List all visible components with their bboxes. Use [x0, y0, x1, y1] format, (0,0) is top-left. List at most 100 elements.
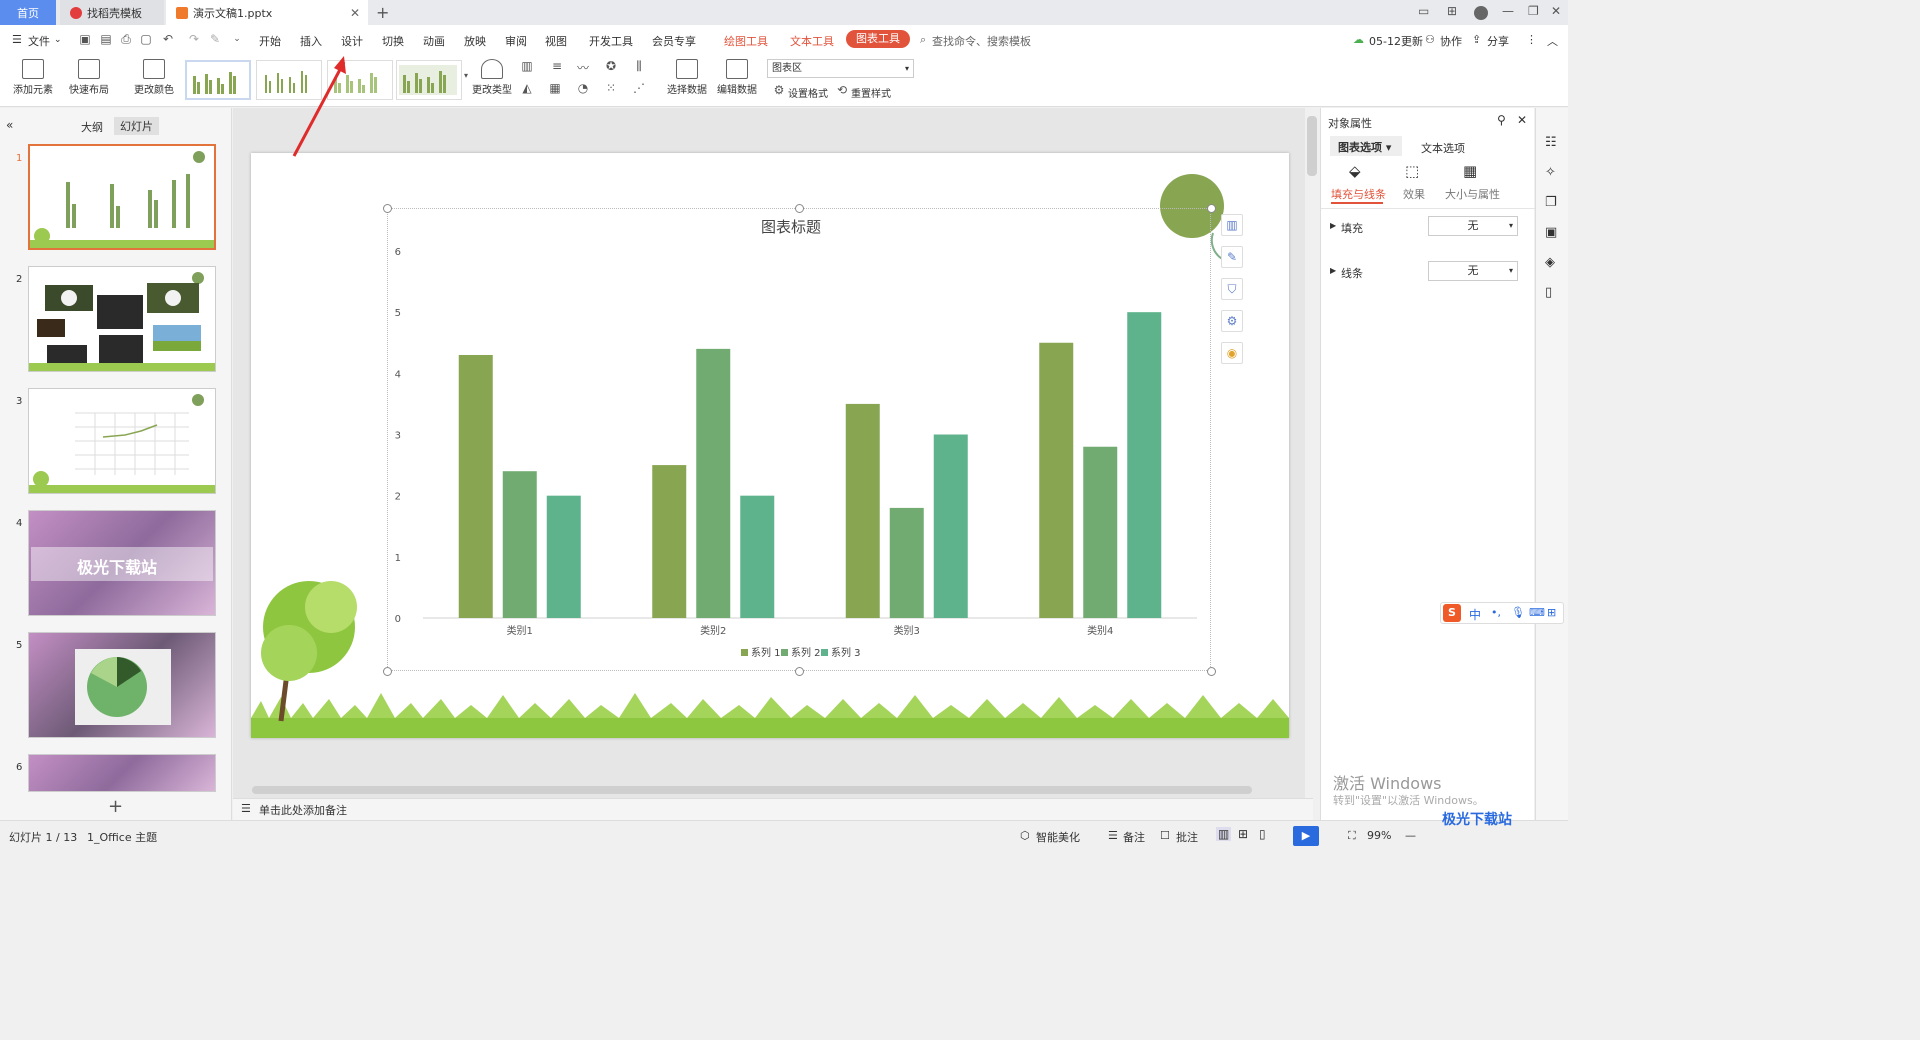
radar-chart-icon[interactable]: ✪	[602, 59, 620, 75]
chevron-down-icon[interactable]: ⌄	[54, 35, 62, 45]
smart-beautify-button[interactable]: 智能美化	[1036, 829, 1080, 845]
zoom-out-icon[interactable]: —	[1405, 829, 1416, 842]
slide-thumbnail-4[interactable]: 极光下载站	[28, 510, 216, 616]
avatar[interactable]	[1474, 6, 1488, 20]
collapse-panel-icon[interactable]: «	[6, 118, 13, 132]
hamburger-icon[interactable]: ☰	[12, 33, 22, 46]
line-select[interactable]: 无 ▾	[1428, 261, 1518, 281]
chart-filter-icon[interactable]: ⛉	[1221, 278, 1243, 300]
quick-access-chevron-icon[interactable]: ⌄	[230, 32, 244, 46]
properties-title[interactable]: 对象属性	[1328, 115, 1372, 131]
ime-toolbar[interactable]: S 中 •, 🎙 ⌨ ⊞	[1440, 602, 1564, 624]
share-button[interactable]: 分享	[1487, 33, 1509, 49]
line-chart-icon[interactable]: 〰	[574, 59, 592, 75]
menu-design[interactable]: 设计	[341, 33, 363, 49]
reading-view-icon[interactable]: ▯	[1259, 827, 1266, 841]
new-tab-icon[interactable]: +	[376, 3, 389, 22]
star-tool-icon[interactable]: ✧	[1545, 165, 1556, 180]
menu-animation[interactable]: 动画	[423, 33, 445, 49]
menu-slideshow[interactable]: 放映	[464, 33, 486, 49]
notes-toggle-button[interactable]: 备注	[1123, 829, 1145, 845]
scatter-chart-icon[interactable]: ⁙	[602, 81, 620, 97]
bar-chart-icon[interactable]: ≡	[548, 59, 566, 75]
column-chart-icon[interactable]: ▥	[518, 59, 536, 75]
menu-chart-tools[interactable]: 图表工具	[846, 30, 910, 48]
slide-canvas[interactable]: 图表标题 0 1 2 3 4 5 6 类别1 类别2 类别3 类别4 系列 1 系列 2 系列 3 ▥ ✎ …	[251, 153, 1289, 738]
lightbulb-icon[interactable]: ◉	[1221, 342, 1243, 364]
chart-style-4[interactable]	[396, 60, 462, 100]
select-data-button[interactable]: 选择数据	[664, 59, 710, 96]
quick-layout-button[interactable]: 快速布局	[64, 59, 114, 96]
command-search[interactable]: 查找命令、搜索模板	[932, 33, 1031, 49]
chart-style-1[interactable]	[185, 60, 251, 100]
set-format-button[interactable]: 设置格式	[788, 85, 828, 100]
slide-thumbnail-6[interactable]	[28, 754, 216, 792]
undo-icon[interactable]: ↶	[161, 32, 175, 46]
copy-tool-icon[interactable]: ❐	[1545, 195, 1557, 210]
expand-fill-icon[interactable]: ▶	[1330, 221, 1336, 230]
edit-data-button[interactable]: 编辑数据	[714, 59, 760, 96]
menu-transitions[interactable]: 切换	[382, 33, 404, 49]
menu-home[interactable]: 开始	[259, 33, 281, 49]
tab-templates[interactable]: 找稻壳模板	[60, 0, 164, 25]
add-element-button[interactable]: 添加元素	[8, 59, 58, 96]
chart-elements-icon[interactable]: ▥	[1221, 214, 1243, 236]
close-window-icon[interactable]: ✕	[1551, 4, 1561, 18]
chart-element-select[interactable]: 图表区 ▾	[767, 59, 914, 78]
apps-grid-icon[interactable]: ⊞	[1447, 4, 1457, 18]
minimize-icon[interactable]: —	[1502, 4, 1514, 18]
slide-thumbnail-2[interactable]	[28, 266, 216, 372]
chart-style-brush-icon[interactable]: ✎	[1221, 246, 1243, 268]
print-preview-icon[interactable]: ▢	[139, 32, 153, 46]
print-icon[interactable]: ⎙	[119, 32, 133, 46]
slide-thumbnail-5[interactable]	[28, 632, 216, 738]
close-tab-icon[interactable]: ✕	[350, 6, 360, 20]
stock-chart-icon[interactable]: ⫼	[630, 59, 648, 75]
more-icon[interactable]: ⋮	[1526, 33, 1537, 46]
change-color-button[interactable]: 更改颜色	[128, 59, 180, 96]
subtab-fill-line[interactable]: 填充与线条	[1331, 186, 1386, 202]
book-tool-icon[interactable]: ▯	[1545, 285, 1552, 300]
subtab-size-properties[interactable]: 大小与属性	[1445, 186, 1500, 202]
collab-button[interactable]: 协作	[1440, 33, 1462, 49]
tab-document[interactable]: 演示文稿1.pptx ✕	[166, 0, 368, 25]
picture-tool-icon[interactable]: ▣	[1545, 225, 1557, 240]
theme-name[interactable]: 1_Office 主题	[87, 829, 157, 845]
chart-settings-icon[interactable]: ⚙	[1221, 310, 1243, 332]
update-status[interactable]: 05-12更新	[1369, 33, 1423, 49]
bar-chart[interactable]: 图表标题 0 1 2 3 4 5 6 类别1 类别2 类别3 类别4 系列 1 系列 2 系列 3	[387, 208, 1211, 671]
tab-chart-options[interactable]: 图表选项 ▾	[1330, 136, 1402, 156]
add-slide-button[interactable]: +	[108, 796, 123, 817]
restore-icon[interactable]: ❐	[1528, 4, 1539, 18]
menu-member[interactable]: 会员专享	[652, 33, 696, 49]
vertical-scrollbar[interactable]	[1307, 116, 1317, 176]
tab-outline[interactable]: 大纲	[81, 119, 103, 135]
menu-drawing-tools[interactable]: 绘图工具	[724, 33, 768, 49]
reset-style-button[interactable]: 重置样式	[851, 85, 891, 100]
pin-icon[interactable]: ⚲	[1497, 113, 1506, 127]
notes-bar[interactable]: ☰ 单击此处添加备注	[233, 798, 1313, 820]
menu-view[interactable]: 视图	[545, 33, 567, 49]
tab-home[interactable]: 首页	[0, 0, 56, 25]
slide-thumbnail-1[interactable]	[28, 144, 216, 250]
redo-icon[interactable]: ↷	[187, 32, 201, 46]
subtab-effects[interactable]: 效果	[1403, 186, 1425, 202]
properties-tool-icon[interactable]: ☷	[1545, 135, 1557, 150]
fit-window-icon[interactable]: ⛶	[1348, 829, 1356, 843]
bubble-chart-icon[interactable]: ⋰	[630, 81, 648, 97]
tab-text-options[interactable]: 文本选项	[1421, 140, 1465, 156]
comments-button[interactable]: 批注	[1176, 829, 1198, 845]
menu-insert[interactable]: 插入	[300, 33, 322, 49]
zoom-level[interactable]: 99%	[1367, 829, 1391, 842]
collapse-ribbon-icon[interactable]: ︿	[1547, 33, 1558, 49]
save-icon[interactable]: ▣	[78, 32, 92, 46]
combo-chart-icon[interactable]: ▦	[546, 81, 564, 97]
layout-icon[interactable]: ▭	[1418, 4, 1429, 18]
format-painter-icon[interactable]: ✎	[208, 32, 222, 46]
close-panel-icon[interactable]: ✕	[1517, 113, 1527, 127]
shape-tool-icon[interactable]: ◈	[1545, 255, 1555, 270]
menu-review[interactable]: 审阅	[505, 33, 527, 49]
expand-line-icon[interactable]: ▶	[1330, 266, 1336, 275]
tab-slides[interactable]: 幻灯片	[114, 117, 159, 135]
sorter-view-icon[interactable]: ⊞	[1238, 827, 1248, 841]
